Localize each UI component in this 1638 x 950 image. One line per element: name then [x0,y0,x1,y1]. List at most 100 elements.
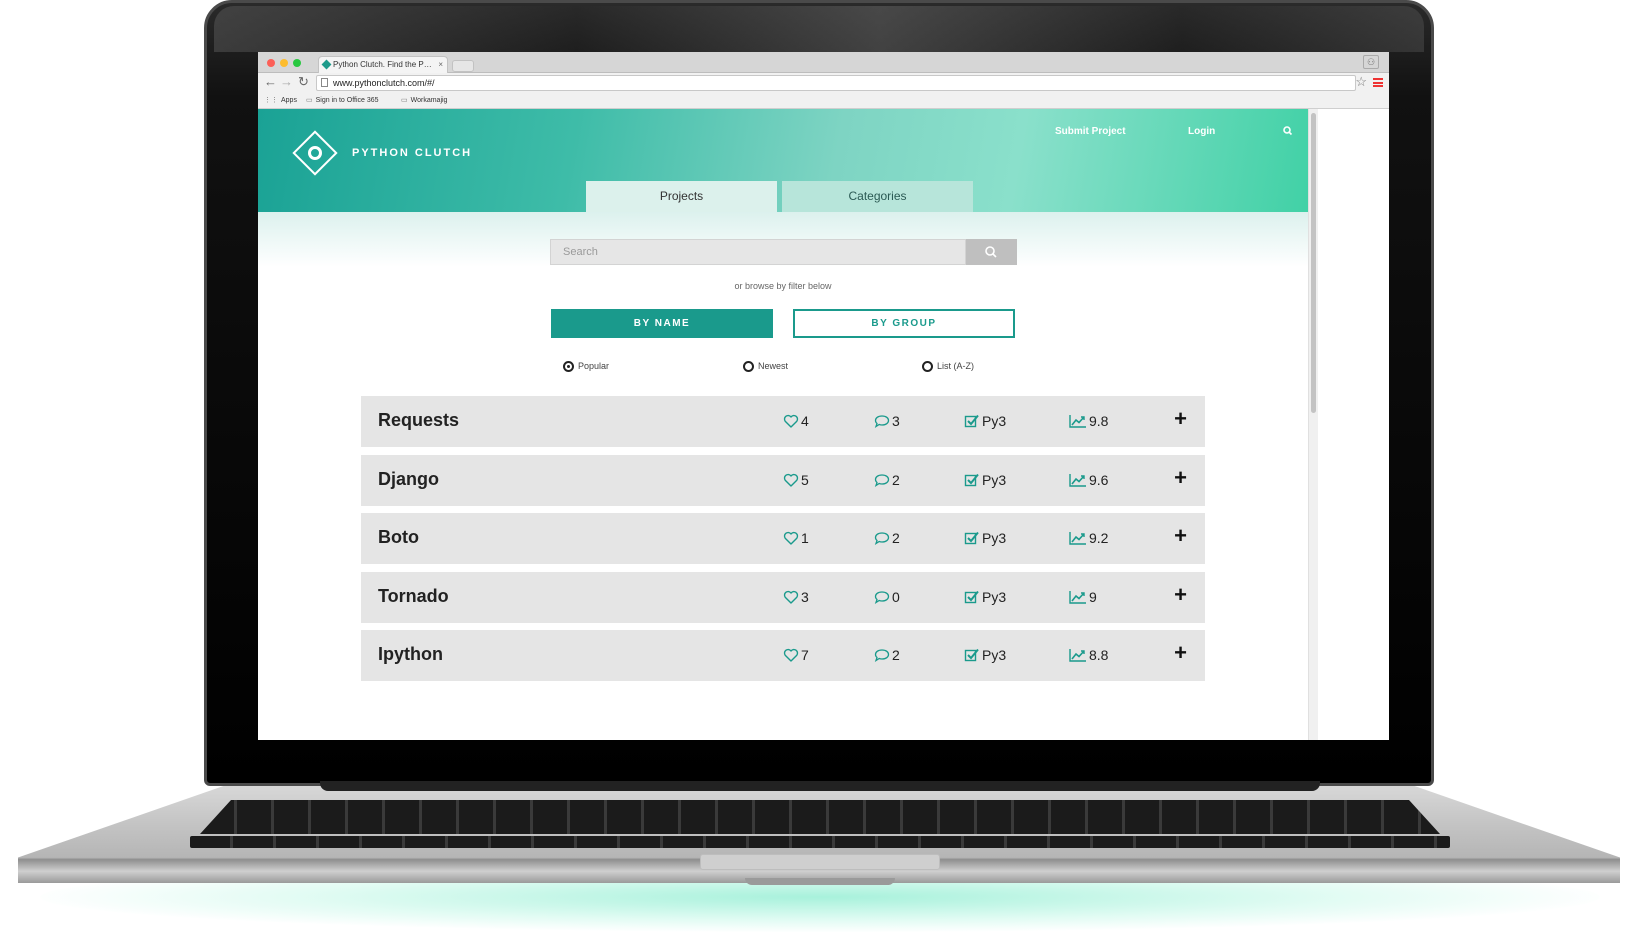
py3-badge: Py3 [964,472,1006,488]
tab-projects[interactable]: Projects [586,181,777,212]
expand-plus-icon[interactable]: + [1174,583,1187,607]
laptop-mockup: Python Clutch. Find the P… × ⚇ ← → ↻ www… [0,0,1638,950]
reload-icon[interactable]: ↻ [298,75,309,89]
checkbox-icon [964,473,979,487]
checkbox-icon [964,531,979,545]
browse-hint: or browse by filter below [734,281,832,291]
scrollbar-thumb[interactable] [1311,113,1316,413]
heart-icon [783,648,799,662]
search-button[interactable] [966,239,1017,265]
checkbox-icon [964,414,979,428]
forward-arrow-icon[interactable]: → [280,75,293,89]
project-row[interactable]: Django 5 2 Py3 9.6 + [361,455,1205,506]
heart-icon [783,473,799,487]
trend-icon [1069,532,1086,545]
project-row[interactable]: Tornado 3 0 Py3 9 + [361,572,1205,623]
heart-icon [783,531,799,545]
search-input[interactable]: Search [550,239,966,265]
py3-badge: Py3 [964,413,1006,429]
sort-newest-radio[interactable]: Newest [743,361,788,373]
favicon-icon [321,59,332,70]
project-row[interactable]: Requests 4 3 Py3 9.8 + [361,396,1205,447]
page-icon [321,78,328,87]
score: 9.2 [1069,530,1108,546]
trackpad [700,854,940,870]
expand-plus-icon[interactable]: + [1174,407,1187,431]
likes-count[interactable]: 4 [783,413,809,429]
by-group-button[interactable]: BY GROUP [793,309,1015,338]
sort-popular-radio[interactable]: Popular [563,361,609,373]
bookmark-star-icon[interactable]: ☆ [1355,74,1367,90]
apps-grid-icon: ⋮⋮ [264,97,278,104]
submit-project-link[interactable]: Submit Project [1055,126,1126,137]
comment-icon [874,649,890,663]
heart-icon [783,414,799,428]
lid-reflection [214,6,1424,52]
scrollbar[interactable] [1308,109,1318,740]
radio-selected-icon [563,361,574,373]
py3-badge: Py3 [964,530,1006,546]
score: 9 [1069,589,1097,605]
page-margin [1318,109,1389,740]
comments-count[interactable]: 2 [874,472,900,488]
site-header: PYTHON CLUTCH Submit Project Login Proje… [258,109,1308,212]
browser-menu-icon[interactable] [1373,78,1383,87]
page-icon: ▭ [306,97,313,104]
project-name[interactable]: Requests [378,410,459,431]
heart-icon [783,590,799,604]
likes-count[interactable]: 5 [783,472,809,488]
likes-count[interactable]: 3 [783,589,809,605]
project-name[interactable]: Ipython [378,644,443,665]
browser-tab-bar: Python Clutch. Find the P… × ⚇ [258,52,1389,73]
new-tab-button[interactable] [452,60,474,72]
close-window-button[interactable] [267,59,275,67]
comments-count[interactable]: 3 [874,413,900,429]
score: 9.6 [1069,472,1108,488]
expand-plus-icon[interactable]: + [1174,466,1187,490]
likes-count[interactable]: 1 [783,530,809,546]
likes-count[interactable]: 7 [783,647,809,663]
by-name-button[interactable]: BY NAME [551,309,773,338]
search-icon[interactable] [1280,123,1296,139]
brand-name[interactable]: PYTHON CLUTCH [352,147,472,159]
project-name[interactable]: Tornado [378,586,449,607]
bookmark-apps[interactable]: ⋮⋮ Apps [264,96,297,104]
keyboard-row [190,836,1450,848]
url-text: www.pythonclutch.com/#/ [333,78,435,88]
radio-icon [922,361,933,373]
project-name[interactable]: Django [378,469,439,490]
trend-icon [1069,649,1086,662]
minimize-window-button[interactable] [280,59,288,67]
browser-tab[interactable]: Python Clutch. Find the P… × [318,56,448,73]
tab-categories[interactable]: Categories [782,181,973,212]
web-page: PYTHON CLUTCH Submit Project Login Proje… [258,109,1389,740]
bookmarks-bar: ⋮⋮ Apps ▭ Sign in to Office 365 ▭ Workamaji… [258,93,1389,109]
comments-count[interactable]: 2 [874,647,900,663]
comment-icon [874,474,890,488]
maximize-window-button[interactable] [293,59,301,67]
login-link[interactable]: Login [1188,126,1215,137]
bookmark-workamajig[interactable]: ▭ Workamajig [401,96,447,104]
expand-plus-icon[interactable]: + [1174,524,1187,548]
address-bar[interactable]: www.pythonclutch.com/#/ [316,75,1356,91]
keyboard [200,800,1440,834]
laptop-hinge [320,781,1320,791]
checkbox-icon [964,590,979,604]
bookmark-office[interactable]: ▭ Sign in to Office 365 [306,96,379,104]
trend-icon [1069,474,1086,487]
sort-az-radio[interactable]: List (A-Z) [922,361,974,373]
score: 9.8 [1069,413,1108,429]
profile-icon[interactable]: ⚇ [1363,55,1379,69]
py3-badge: Py3 [964,647,1006,663]
back-arrow-icon[interactable]: ← [264,75,277,89]
comments-count[interactable]: 0 [874,589,900,605]
comment-icon [874,591,890,605]
checkbox-icon [964,648,979,662]
comments-count[interactable]: 2 [874,530,900,546]
expand-plus-icon[interactable]: + [1174,641,1187,665]
project-name[interactable]: Boto [378,527,419,548]
comment-icon [874,415,890,429]
project-row[interactable]: Ipython 7 2 Py3 8.8 + [361,630,1205,681]
close-tab-icon[interactable]: × [438,57,443,73]
project-row[interactable]: Boto 1 2 Py3 9.2 + [361,513,1205,564]
